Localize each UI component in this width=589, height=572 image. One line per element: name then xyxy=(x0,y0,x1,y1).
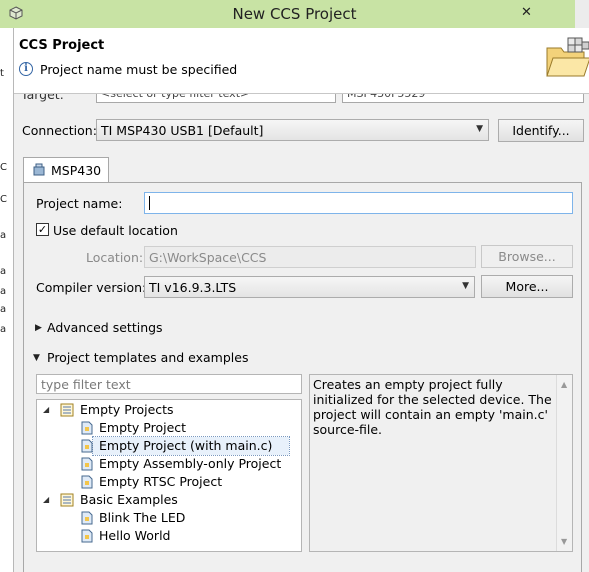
expanded-triangle-icon[interactable]: ◢ xyxy=(43,491,49,509)
advanced-settings-label[interactable]: Advanced settings xyxy=(47,320,163,335)
background-text: t xyxy=(0,68,4,79)
collapsed-triangle-icon[interactable]: ▶ xyxy=(35,323,42,333)
tree-item-label: Empty Projects xyxy=(80,402,174,417)
background-text: a xyxy=(0,266,7,277)
chevron-down-icon: ▼ xyxy=(476,124,483,134)
project-name-label: Project name: xyxy=(36,196,123,211)
background-text: C xyxy=(0,194,7,205)
background-window-strip: t C C a a a a a xyxy=(0,28,13,572)
window-titlebar: New CCS Project ✕ xyxy=(0,0,589,28)
project-template-icon xyxy=(81,421,93,435)
text-caret xyxy=(149,196,150,210)
background-text: a xyxy=(0,304,7,315)
connection-value: TI MSP430 USB1 [Default] xyxy=(101,123,264,138)
expanded-triangle-icon[interactable]: ◢ xyxy=(43,401,49,419)
tree-item-label: Empty Assembly-only Project xyxy=(99,456,282,471)
project-template-icon xyxy=(81,511,93,525)
connection-label: Connection: xyxy=(22,123,97,138)
template-description-text: Creates an empty project fully initializ… xyxy=(313,377,552,437)
new-project-dialog: CCS Project i Project name must be speci… xyxy=(13,28,589,572)
background-text: a xyxy=(0,286,7,297)
description-scrollbar[interactable]: ▲ ▼ xyxy=(556,375,572,551)
browse-button[interactable]: Browse... xyxy=(481,245,573,268)
tree-item-label: Empty Project (with main.c) xyxy=(99,438,273,453)
window-edge xyxy=(575,0,589,28)
template-folder-icon xyxy=(60,403,74,417)
template-filter-input[interactable]: type filter text xyxy=(36,374,302,394)
tab-msp430[interactable]: MSP430 xyxy=(23,157,109,183)
template-folder-icon xyxy=(60,493,74,507)
target-row-clipped: Target: <select or type filter text> MSP… xyxy=(14,94,589,104)
compiler-version-value: TI v16.9.3.LTS xyxy=(149,280,237,295)
tab-label: MSP430 xyxy=(51,163,102,178)
target-device-combo[interactable]: MSP430F5529 xyxy=(342,94,584,103)
location-label: Location: xyxy=(86,250,144,265)
target-filter-combo[interactable]: <select or type filter text> xyxy=(96,94,336,103)
new-project-folder-icon xyxy=(546,37,589,77)
chevron-down-icon: ▼ xyxy=(462,281,469,291)
project-template-icon xyxy=(81,439,93,453)
template-description: Creates an empty project fully initializ… xyxy=(309,374,573,552)
wizard-message: Project name must be specified xyxy=(40,62,238,77)
project-name-input[interactable] xyxy=(144,192,573,214)
project-template-icon xyxy=(81,457,93,471)
use-default-location-label: Use default location xyxy=(53,223,178,238)
compiler-version-label: Compiler version: xyxy=(36,280,147,295)
window-close-button[interactable]: ✕ xyxy=(521,5,532,20)
location-field: G:\WorkSpace\CCS xyxy=(144,246,476,268)
wizard-title: CCS Project xyxy=(19,38,105,53)
template-tree[interactable]: ◢ Empty Projects Empty Project Empty Pro… xyxy=(36,399,302,552)
use-default-location-checkbox[interactable]: ✓ xyxy=(36,223,49,236)
wizard-header: CCS Project i Project name must be speci… xyxy=(14,28,589,94)
project-template-icon xyxy=(81,475,93,489)
connection-combo[interactable]: TI MSP430 USB1 [Default] ▼ xyxy=(96,119,489,141)
info-icon: i xyxy=(19,62,33,76)
project-templates-label[interactable]: Project templates and examples xyxy=(47,350,248,365)
tree-item-label: Hello World xyxy=(99,528,171,543)
identify-button[interactable]: Identify... xyxy=(498,119,584,142)
tree-item-label: Empty RTSC Project xyxy=(99,474,223,489)
expanded-triangle-icon[interactable]: ▼ xyxy=(33,353,40,363)
device-icon xyxy=(33,163,45,176)
background-text: a xyxy=(0,324,7,335)
background-text: a xyxy=(0,230,7,241)
scroll-up-icon[interactable]: ▲ xyxy=(561,377,567,392)
background-text: C xyxy=(0,162,7,173)
tree-item-label: Empty Project xyxy=(99,420,187,435)
project-template-icon xyxy=(81,529,93,543)
scroll-down-icon[interactable]: ▼ xyxy=(561,534,567,549)
compiler-version-combo[interactable]: TI v16.9.3.LTS ▼ xyxy=(144,276,475,298)
more-button[interactable]: More... xyxy=(481,275,573,298)
target-label: Target: xyxy=(21,94,64,102)
tree-item-empty-project-main-c[interactable]: Empty Project (with main.c) xyxy=(81,436,290,456)
window-title: New CCS Project xyxy=(232,5,357,23)
tree-item-label: Basic Examples xyxy=(80,492,178,507)
tree-item-label: Blink The LED xyxy=(99,510,186,525)
